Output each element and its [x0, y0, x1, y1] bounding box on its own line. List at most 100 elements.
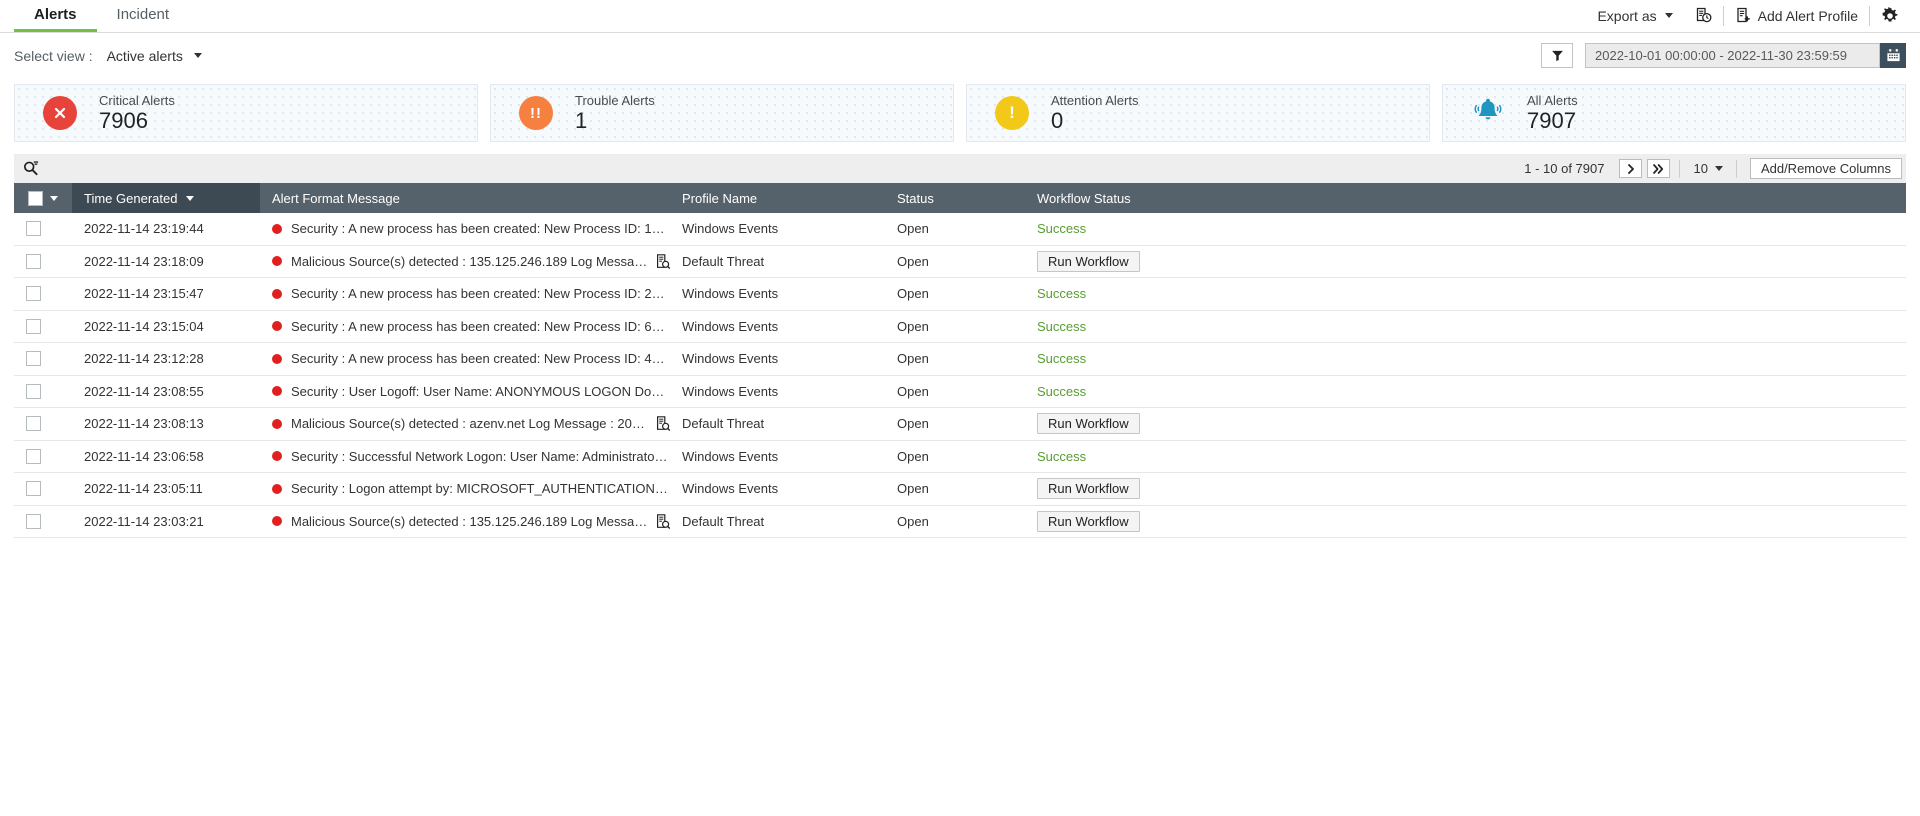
chevron-right-icon	[1628, 163, 1634, 174]
cell-profile-name: Windows Events	[682, 481, 779, 497]
card-trouble-value: 1	[575, 107, 588, 133]
run-workflow-button[interactable]: Run Workflow	[1037, 250, 1140, 272]
table-row[interactable]: 2022-11-14 23:05:11 Security : Logon atte…	[14, 473, 1906, 506]
card-all-alerts[interactable]: All Alerts 7907	[1442, 84, 1906, 142]
row-checkbox[interactable]	[26, 221, 41, 237]
search-filter-button[interactable]	[22, 159, 41, 178]
export-as-button[interactable]: Export as	[1586, 4, 1683, 28]
summary-cards: Critical Alerts 7906 !! Trouble Alerts 1…	[0, 84, 1920, 142]
card-attention-alerts[interactable]: ! Attention Alerts 0	[966, 84, 1430, 142]
add-remove-columns-label: Add/Remove Columns	[1760, 161, 1891, 176]
table-row[interactable]: 2022-11-14 23:18:09 Malicious Source(s) d…	[14, 246, 1906, 278]
cell-alert-format-message: Security : A new process has been create…	[260, 213, 670, 245]
add-alert-profile-button[interactable]: Add Alert Profile	[1724, 4, 1869, 28]
view-log-message-icon[interactable]	[656, 416, 670, 432]
add-document-icon	[1736, 7, 1750, 23]
cell-workflow-status: Success	[1025, 311, 1906, 343]
select-all-header	[14, 183, 72, 213]
cell-time-generated: 2022-11-14 23:15:47	[84, 286, 204, 302]
alert-message-text: Security : A new process has been create…	[291, 351, 670, 367]
cell-status: Open	[897, 448, 929, 464]
table-row[interactable]: 2022-11-14 23:06:58 Security : Successful…	[14, 441, 1906, 473]
last-page-button[interactable]	[1647, 159, 1671, 178]
header-alert-format-message-label: Alert Format Message	[272, 190, 400, 206]
settings-button[interactable]	[1870, 4, 1910, 28]
cell-time-generated: 2022-11-14 23:08:55	[84, 383, 204, 399]
select-view-label: Select view :	[14, 47, 93, 64]
scheduled-report-button[interactable]	[1684, 4, 1723, 28]
cell-alert-format-message: Security : A new process has been create…	[260, 278, 670, 310]
page-size-dropdown[interactable]: 10	[1689, 161, 1726, 176]
table-row[interactable]: 2022-11-14 23:08:13 Malicious Source(s) d…	[14, 408, 1906, 441]
row-checkbox[interactable]	[26, 416, 41, 432]
alerts-table: Time Generated Alert Format Message Prof…	[14, 183, 1906, 538]
header-workflow-status[interactable]: Workflow Status	[1025, 183, 1906, 213]
select-all-checkbox[interactable]	[28, 190, 43, 206]
tab-alerts[interactable]: Alerts	[14, 0, 97, 32]
table-row[interactable]: 2022-11-14 23:15:47 Security : A new proc…	[14, 278, 1906, 311]
row-checkbox[interactable]	[26, 318, 41, 334]
tab-alerts-label: Alerts	[34, 5, 77, 23]
header-status[interactable]: Status	[885, 183, 1025, 213]
cell-time-generated: 2022-11-14 23:06:58	[84, 448, 204, 464]
header-profile-name[interactable]: Profile Name	[670, 183, 885, 213]
table-header-row: Time Generated Alert Format Message Prof…	[14, 183, 1906, 213]
add-alert-profile-label: Add Alert Profile	[1757, 7, 1858, 24]
filter-button[interactable]	[1541, 43, 1573, 68]
cell-status: Open	[897, 351, 929, 367]
cell-workflow-status: Success	[1025, 213, 1906, 245]
row-checkbox[interactable]	[26, 448, 41, 464]
view-log-message-icon[interactable]	[656, 513, 670, 529]
table-body: 2022-11-14 23:19:44 Security : A new proc…	[14, 213, 1906, 538]
select-all-dropdown-icon[interactable]	[50, 195, 58, 201]
workflow-status-text: Success	[1037, 286, 1087, 302]
row-checkbox[interactable]	[26, 351, 41, 367]
cell-status: Open	[897, 221, 929, 237]
table-row[interactable]: 2022-11-14 23:19:44 Security : A new proc…	[14, 213, 1906, 246]
cell-alert-format-message: Security : Logon attempt by: MICROSOFT_A…	[260, 473, 670, 505]
calendar-picker-button[interactable]	[1880, 43, 1906, 68]
run-workflow-button[interactable]: Run Workflow	[1037, 413, 1140, 435]
calendar-icon	[1886, 49, 1900, 62]
card-trouble-alerts[interactable]: !! Trouble Alerts 1	[490, 84, 954, 142]
row-checkbox[interactable]	[26, 513, 41, 529]
cell-time-generated: 2022-11-14 23:03:21	[84, 513, 204, 529]
header-profile-name-label: Profile Name	[682, 190, 758, 206]
header-time-generated[interactable]: Time Generated	[72, 183, 260, 213]
row-select-cell	[14, 441, 72, 473]
row-select-cell	[14, 311, 72, 343]
next-page-button[interactable]	[1619, 159, 1643, 178]
table-row[interactable]: 2022-11-14 23:03:21 Malicious Source(s) d…	[14, 506, 1906, 538]
tab-incident[interactable]: Incident	[97, 0, 190, 32]
alert-message-text: Security : A new process has been create…	[291, 221, 670, 237]
export-as-label: Export as	[1597, 7, 1657, 24]
cell-alert-format-message: Security : Successful Network Logon: Use…	[260, 441, 670, 473]
cell-profile-name: Default Threat	[682, 513, 765, 529]
cell-time-generated: 2022-11-14 23:15:04	[84, 318, 204, 334]
alert-message-text: Security : A new process has been create…	[291, 318, 670, 334]
chevron-down-icon	[1714, 166, 1723, 171]
row-checkbox[interactable]	[26, 253, 41, 269]
pagination-controls: 1 - 10 of 7907 10 Add/Remove Columns	[1514, 158, 1902, 179]
row-checkbox[interactable]	[26, 286, 41, 302]
table-row[interactable]: 2022-11-14 23:15:04 Security : A new proc…	[14, 311, 1906, 343]
header-status-label: Status	[897, 190, 934, 206]
table-row[interactable]: 2022-11-14 23:12:28 Security : A new proc…	[14, 343, 1906, 376]
divider	[1735, 159, 1737, 178]
table-row[interactable]: 2022-11-14 23:08:55 Security : User Logof…	[14, 376, 1906, 408]
add-remove-columns-button[interactable]: Add/Remove Columns	[1749, 158, 1902, 179]
run-workflow-button[interactable]: Run Workflow	[1037, 510, 1140, 532]
card-critical-alerts[interactable]: Critical Alerts 7906	[14, 84, 478, 142]
severity-dot-icon	[272, 516, 282, 527]
page-size-value: 10	[1693, 161, 1708, 176]
row-checkbox[interactable]	[26, 383, 41, 399]
row-checkbox[interactable]	[26, 481, 41, 497]
cell-profile-name: Windows Events	[682, 286, 779, 302]
header-alert-format-message[interactable]: Alert Format Message	[260, 183, 670, 213]
active-view-dropdown[interactable]: Active alerts	[107, 48, 202, 64]
view-log-message-icon[interactable]	[656, 253, 670, 269]
run-workflow-button[interactable]: Run Workflow	[1037, 478, 1140, 500]
date-range-input[interactable]: 2022-10-01 00:00:00 - 2022-11-30 23:59:5…	[1585, 43, 1880, 68]
alert-message-text: Malicious Source(s) detected : 135.125.2…	[291, 513, 649, 529]
header-time-generated-label: Time Generated	[84, 190, 178, 206]
